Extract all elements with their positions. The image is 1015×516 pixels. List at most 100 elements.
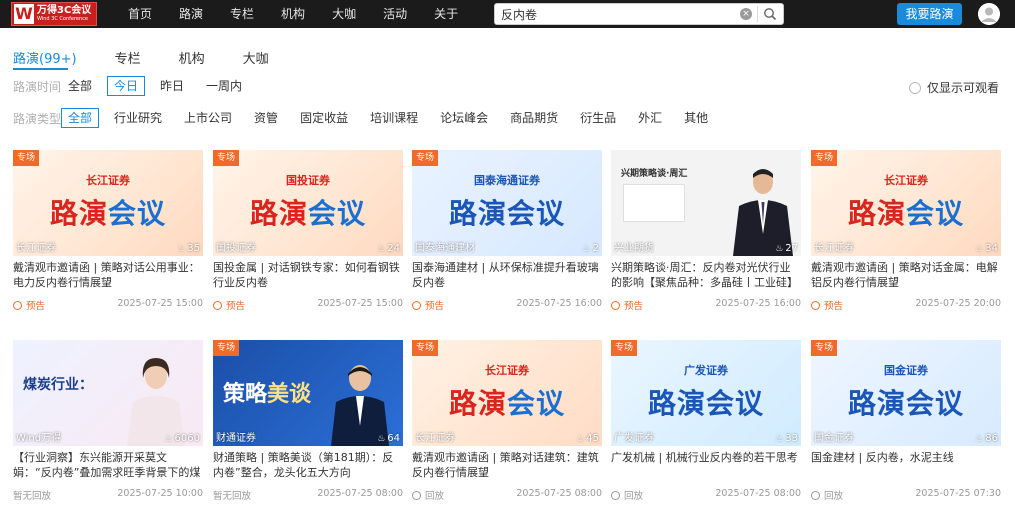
card-title[interactable]: 国金建材 | 反内卷，水泥主线	[811, 450, 1001, 480]
category-tabs: 路演(99+) 专栏 机构 大咖	[13, 48, 307, 67]
card-title[interactable]: 国泰海通建材 | 从环保标准提升看玻璃反内卷	[412, 260, 602, 290]
card-thumbnail[interactable]: 国金证券 路演会议 专场 国金证券 ♨ 86	[811, 340, 1001, 446]
tab-column[interactable]: 专栏	[115, 48, 141, 67]
card-title[interactable]: 财通策略 | 策略美谈（第181期）：反内卷”整合，龙头化五大方向	[213, 450, 403, 480]
fire-icon: ♨	[582, 243, 591, 254]
roadshow-card[interactable]: 国泰海通证券 路演会议 专场 国泰海通建材 ♨ 2 国泰海通建材 | 从环保标准提…	[412, 150, 602, 312]
roadshow-card[interactable]: 国投证券 路演会议 专场 国投证券 ♨ 24 国投金属 | 对话钢铁专家：如何看钢…	[213, 150, 403, 312]
card-source: 长江证券	[16, 243, 56, 254]
roadshow-card[interactable]: 长江证券 路演会议 专场 长江证券 ♨ 45 戴清观市邀请函 | 策略对话建筑：建…	[412, 340, 602, 502]
type-filter: 路演类型 全部 行业研究 上市公司 资管 固定收益 培训课程 论坛峰会 商品期货…	[13, 108, 723, 128]
search-icon[interactable]	[763, 7, 777, 21]
type-option-training[interactable]: 培训课程	[363, 108, 425, 128]
tab-expert[interactable]: 大咖	[243, 48, 269, 67]
nav-item-events[interactable]: 活动	[383, 0, 407, 28]
card-thumbnail[interactable]: 广发证券 路演会议 专场 广发证券 ♨ 33	[611, 340, 801, 446]
nav-item-institution[interactable]: 机构	[281, 0, 305, 28]
clear-search-icon[interactable]: ×	[740, 8, 752, 20]
nav-item-column[interactable]: 专栏	[230, 0, 254, 28]
card-badge: 专场	[811, 150, 838, 166]
only-watchable-toggle[interactable]: 仅显示可观看	[909, 79, 999, 96]
card-title[interactable]: 国投金属 | 对话钢铁专家：如何看钢铁行业反内卷	[213, 260, 403, 290]
type-option-derivatives[interactable]: 衍生品	[573, 108, 623, 128]
tab-roadshow[interactable]: 路演(99+)	[13, 48, 77, 67]
fire-icon: ♨	[377, 433, 386, 444]
roadshow-card[interactable]: 兴期策略谈·周汇 兴业期货 ♨ 27 兴期策略谈·周汇：反内卷对光伏行业的影响【聚…	[611, 150, 801, 312]
card-headline: 路演会议	[448, 197, 566, 230]
roadshow-card[interactable]: 广发证券 路演会议 专场 广发证券 ♨ 33 广发机械 | 机械行业反内卷的若干思…	[611, 340, 801, 502]
request-roadshow-button[interactable]: 我要路演	[897, 3, 962, 25]
type-option-other[interactable]: 其他	[677, 108, 715, 128]
card-status: 暂无回放	[213, 491, 252, 502]
type-option-industry[interactable]: 行业研究	[107, 108, 169, 128]
nav-item-expert[interactable]: 大咖	[332, 0, 356, 28]
type-filter-label: 路演类型	[13, 111, 62, 126]
tab-institution[interactable]: 机构	[179, 48, 205, 67]
type-option-listed[interactable]: 上市公司	[177, 108, 239, 128]
card-views: ♨ 33	[775, 433, 798, 444]
roadshow-card[interactable]: 策略美谈 专场 财通证券 ♨ 64 财通策略 | 策略美谈（第181期）：反内卷”…	[213, 340, 403, 502]
play-icon	[811, 490, 820, 500]
type-option-futures[interactable]: 商品期货	[503, 108, 565, 128]
card-title[interactable]: 广发机械 | 机械行业反内卷的若干思考	[611, 450, 801, 480]
card-thumbnail[interactable]: 国投证券 路演会议 专场 国投证券 ♨ 24	[213, 150, 403, 256]
roadshow-card[interactable]: 国金证券 路演会议 专场 国金证券 ♨ 86 国金建材 | 反内卷，水泥主线 回放…	[811, 340, 1001, 502]
roadshow-card[interactable]: 煤炭行业： Wind万得 ♨ 6060 【行业洞察】东兴能源开采莫文娟：“反内卷”…	[13, 340, 203, 502]
clock-icon	[811, 300, 820, 310]
logo-sub-text: Wind 3C Conference	[37, 16, 88, 22]
card-thumbnail[interactable]: 长江证券 路演会议 专场 长江证券 ♨ 34	[811, 150, 1001, 256]
site-logo[interactable]: W 万得3C会议 Wind 3C Conference	[11, 2, 97, 26]
type-option-fx[interactable]: 外汇	[631, 108, 669, 128]
card-status: 暂无回放	[13, 491, 52, 502]
card-time: 2025-07-25 16:00	[516, 298, 602, 309]
card-brand: 国金证券	[884, 364, 928, 377]
search-input[interactable]	[501, 6, 731, 22]
nav-item-home[interactable]: 首页	[128, 0, 152, 28]
fire-icon: ♨	[164, 433, 173, 444]
card-title[interactable]: 兴期策略谈·周汇：反内卷对光伏行业的影响【聚焦品种：多晶硅丨工业硅】	[611, 260, 801, 290]
card-badge: 专场	[13, 150, 40, 166]
type-option-all[interactable]: 全部	[61, 108, 100, 128]
card-thumbnail[interactable]: 策略美谈 专场 财通证券 ♨ 64	[213, 340, 403, 446]
card-title[interactable]: 戴清观市邀请函 | 策略对话建筑：建筑反内卷行情展望	[412, 450, 602, 480]
card-views: ♨ 2	[582, 243, 599, 254]
fire-icon: ♨	[975, 433, 984, 444]
card-brand: 长江证券	[485, 364, 529, 377]
roadshow-card[interactable]: 长江证券 路演会议 专场 长江证券 ♨ 35 戴清观市邀请函 | 策略对话公用事业…	[13, 150, 203, 312]
card-time: 2025-07-25 15:00	[117, 298, 203, 309]
card-thumbnail[interactable]: 国泰海通证券 路演会议 专场 国泰海通建材 ♨ 2	[412, 150, 602, 256]
card-time: 2025-07-25 08:00	[516, 488, 602, 499]
nav-item-about[interactable]: 关于	[434, 0, 458, 28]
card-source: 国投证券	[216, 243, 256, 254]
card-headline: 路演会议	[847, 197, 965, 230]
card-brand: 广发证券	[684, 364, 728, 377]
card-thumbnail[interactable]: 煤炭行业： Wind万得 ♨ 6060	[13, 340, 203, 446]
card-title[interactable]: 戴清观市邀请函 | 策略对话金属：电解铝反内卷行情展望	[811, 260, 1001, 290]
card-title[interactable]: 【行业洞察】东兴能源开采莫文娟：“反内卷”叠加需求旺季背景下的煤炭...	[13, 450, 203, 480]
clock-icon	[412, 300, 421, 310]
type-option-forum[interactable]: 论坛峰会	[433, 108, 495, 128]
time-option-week[interactable]: 一周内	[199, 76, 249, 96]
type-option-fixed-income[interactable]: 固定收益	[293, 108, 355, 128]
card-thumbnail[interactable]: 兴期策略谈·周汇 兴业期货 ♨ 27	[611, 150, 801, 256]
clock-icon	[213, 300, 222, 310]
time-option-all[interactable]: 全部	[61, 76, 99, 96]
card-source: 广发证券	[614, 433, 654, 444]
radio-icon[interactable]	[909, 81, 921, 94]
type-option-asset-mgmt[interactable]: 资管	[247, 108, 285, 128]
card-title[interactable]: 戴清观市邀请函 | 策略对话公用事业：电力反内卷行情展望	[13, 260, 203, 290]
card-thumbnail[interactable]: 长江证券 路演会议 专场 长江证券 ♨ 45	[412, 340, 602, 446]
card-brand: 兴期策略谈·周汇	[621, 169, 688, 179]
user-avatar-icon[interactable]	[978, 3, 1000, 25]
fire-icon: ♨	[975, 243, 984, 254]
nav-item-roadshow[interactable]: 路演	[179, 0, 203, 28]
time-option-yesterday[interactable]: 昨日	[153, 76, 191, 96]
card-headline: 路演会议	[49, 197, 167, 230]
card-badge: 专场	[213, 340, 240, 356]
active-tab-indicator	[13, 68, 68, 70]
only-watchable-label: 仅显示可观看	[927, 81, 1000, 95]
card-thumbnail[interactable]: 长江证券 路演会议 专场 长江证券 ♨ 35	[13, 150, 203, 256]
card-status: 回放	[811, 488, 843, 502]
time-option-today[interactable]: 今日	[107, 76, 146, 96]
roadshow-card[interactable]: 长江证券 路演会议 专场 长江证券 ♨ 34 戴清观市邀请函 | 策略对话金属：电…	[811, 150, 1001, 312]
